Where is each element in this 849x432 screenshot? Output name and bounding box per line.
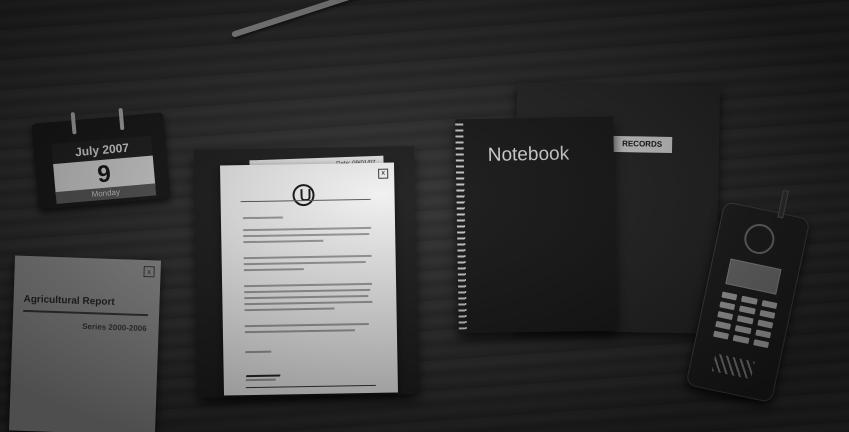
letter-signature [245, 366, 284, 378]
phone-key [761, 299, 778, 310]
report-series: Series 2000-2006 [82, 321, 147, 334]
phone-key [721, 291, 738, 301]
letter-text-line [244, 329, 355, 334]
phone-speaker-grill [711, 353, 755, 380]
letter-close-icon[interactable]: x [378, 168, 389, 179]
letter-text-line [244, 322, 369, 328]
letter-text-line [245, 350, 272, 354]
report-close-icon[interactable]: x [143, 266, 155, 278]
phone-key [713, 330, 730, 340]
phone-keypad [713, 291, 778, 349]
letter-text-line [242, 216, 283, 220]
desk-calendar[interactable]: July 2007 9 Monday [31, 107, 171, 210]
phone-screen [725, 258, 782, 295]
phone-key [732, 334, 750, 344]
report-divider [23, 309, 149, 317]
notebook-title: Notebook [487, 143, 570, 166]
phone-key [717, 311, 734, 321]
letter-text-line [245, 378, 276, 382]
phone-antenna [777, 189, 789, 219]
phone-key [715, 320, 732, 330]
notebook[interactable]: Notebook [455, 116, 617, 334]
letter-text-line [243, 232, 370, 238]
records-tab: RECORDS [611, 135, 673, 153]
letter-text-line [243, 239, 324, 244]
phone-key [756, 319, 774, 329]
report-title: Agricultural Report [23, 293, 115, 309]
notebook-spiral [455, 123, 467, 330]
letter-document[interactable]: x [220, 162, 398, 396]
letter-text-line [244, 300, 373, 306]
letter-text-line [243, 261, 366, 266]
phone-key [741, 295, 758, 305]
letter-footer-rule [245, 384, 376, 389]
phone-key [739, 305, 756, 315]
letter-text-line [243, 226, 372, 232]
pencil[interactable] [231, 0, 384, 38]
letter-text-line [244, 307, 335, 312]
phone-key [737, 315, 754, 325]
logo-icon [292, 183, 315, 207]
letter-text-line [244, 288, 371, 294]
letter-text-line [244, 294, 369, 300]
phone-key [735, 325, 752, 335]
agricultural-report[interactable]: x Agricultural Report Series 2000-2006 [8, 255, 162, 432]
desk-scene: July 2007 9 Monday x Agricultural Report… [0, 0, 849, 432]
phone-key [759, 309, 776, 319]
phone-emblem-icon [741, 221, 778, 257]
calendar-ring [118, 107, 125, 131]
calendar-ring [70, 112, 77, 135]
letter-text-line [243, 254, 372, 260]
phone-key [754, 329, 772, 339]
letter-text-line [244, 282, 373, 288]
phone-key [752, 339, 770, 349]
letter-text-line [243, 268, 304, 272]
phone-key [719, 301, 736, 311]
